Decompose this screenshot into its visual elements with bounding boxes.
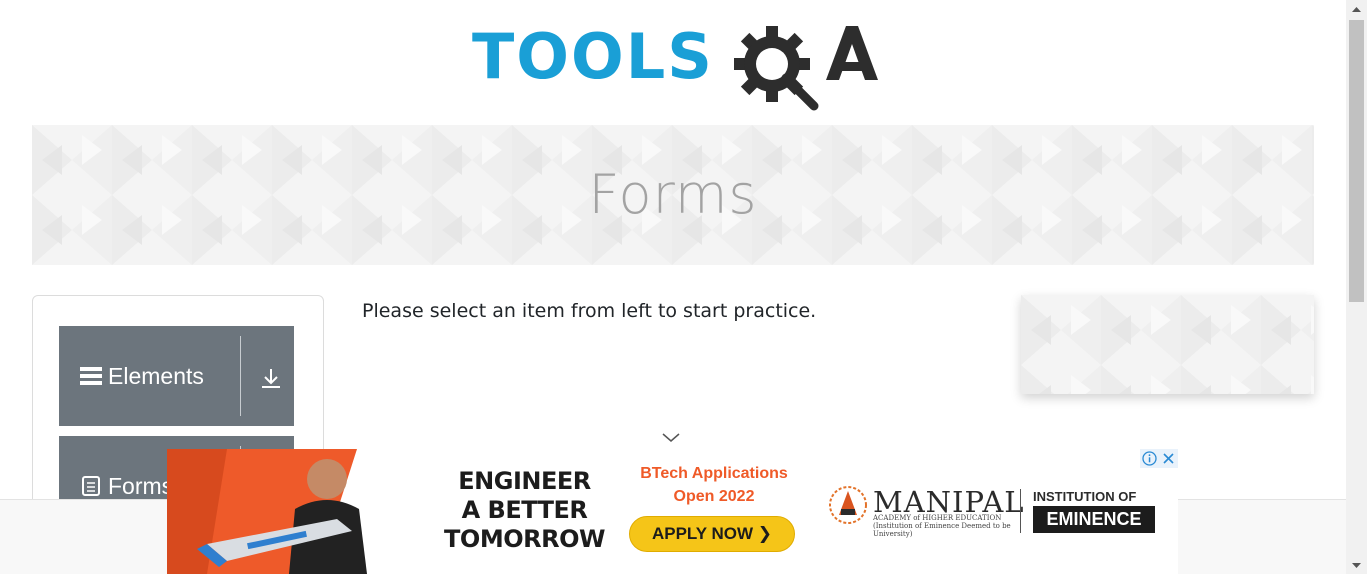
ad-headline-line: TOMORROW <box>444 525 605 553</box>
instruction-text: Please select an item from left to start… <box>362 300 817 322</box>
divider <box>1020 489 1021 533</box>
side-ad-placeholder <box>1021 295 1314 394</box>
scroll-down-icon[interactable] <box>1346 557 1367 574</box>
side-ad-pattern <box>1021 295 1314 394</box>
ad-headline-line: ENGINEER <box>458 467 591 495</box>
ad-controls <box>1140 449 1178 468</box>
apply-now-button[interactable]: APPLY NOW ❯ <box>629 516 795 552</box>
ad-photo-illustration <box>167 449 422 574</box>
page-title: Forms <box>588 163 758 226</box>
hamburger-icon <box>80 365 102 387</box>
close-icon[interactable] <box>1159 449 1178 468</box>
group-label: Forms <box>108 472 174 499</box>
ad-subtitle: BTech Applications <box>640 465 788 482</box>
logo-text: TOOLS <box>472 20 714 93</box>
ad-eminence: EMINENCE <box>1033 506 1155 533</box>
document-icon <box>80 475 102 497</box>
ad-photo <box>167 449 422 574</box>
ad-institution: INSTITUTION OF <box>1033 489 1137 504</box>
ad-headline-line: A BETTER <box>461 496 588 524</box>
toolsqa-logo[interactable]: TOOLS <box>472 18 882 113</box>
scrollbar-thumb[interactable] <box>1349 20 1364 302</box>
manipal-emblem-icon <box>829 486 867 524</box>
ad-brand-sub: ACADEMY of HIGHER EDUCATION (Institution… <box>873 514 1011 538</box>
group-elements[interactable]: Elements <box>59 326 294 426</box>
logo-gear-qa-icon <box>734 26 878 111</box>
info-icon[interactable] <box>1140 449 1159 468</box>
group-label: Elements <box>108 362 204 389</box>
download-arrow-icon[interactable] <box>259 366 283 390</box>
page-banner: Forms <box>32 125 1314 265</box>
chevron-down-icon[interactable] <box>662 432 680 444</box>
scroll-up-icon[interactable] <box>1346 0 1367 17</box>
ad-subtitle: Open 2022 <box>673 488 755 505</box>
page: TOOLS Forms Elements Forms Please select… <box>0 0 1367 574</box>
ad-banner[interactable]: ENGINEER A BETTER TOMORROW BTech Applica… <box>167 449 1178 574</box>
ad-headline: ENGINEER A BETTER TOMORROW <box>432 467 617 554</box>
divider <box>240 336 241 416</box>
page-scrollbar[interactable] <box>1346 0 1367 574</box>
